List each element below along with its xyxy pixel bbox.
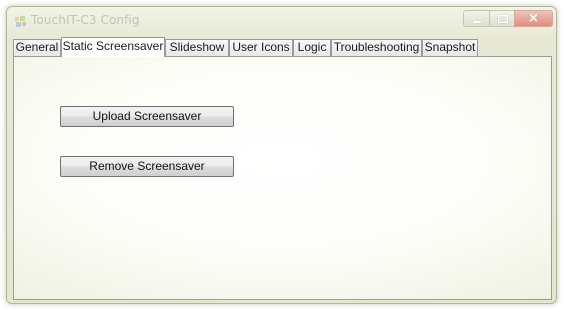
tab-logic[interactable]: Logic bbox=[293, 39, 331, 56]
upload-screensaver-button[interactable]: Upload Screensaver bbox=[60, 106, 234, 127]
maximize-button[interactable] bbox=[489, 10, 515, 27]
window-title: TouchIT-C3 Config bbox=[31, 13, 140, 27]
remove-screensaver-button[interactable]: Remove Screensaver bbox=[60, 156, 234, 177]
close-icon: × bbox=[528, 11, 539, 26]
tab-panel-static-screensaver: Upload Screensaver Remove Screensaver bbox=[13, 56, 552, 300]
tab-slideshow[interactable]: Slideshow bbox=[165, 39, 229, 56]
maximize-icon bbox=[498, 15, 508, 23]
minimize-button[interactable] bbox=[463, 10, 490, 27]
app-window: TouchIT-C3 Config × General Static Scree… bbox=[6, 6, 557, 304]
title-bar[interactable]: TouchIT-C3 Config × bbox=[7, 7, 556, 35]
app-icon bbox=[15, 16, 26, 27]
close-button[interactable]: × bbox=[514, 10, 553, 27]
tab-snapshot[interactable]: Snapshot bbox=[422, 39, 478, 56]
minimize-icon bbox=[473, 21, 481, 23]
tab-general[interactable]: General bbox=[13, 39, 61, 56]
tab-troubleshooting[interactable]: Troubleshooting bbox=[331, 39, 422, 56]
tab-static-screensaver[interactable]: Static Screensaver bbox=[61, 37, 165, 57]
tab-user-icons[interactable]: User Icons bbox=[229, 39, 293, 56]
